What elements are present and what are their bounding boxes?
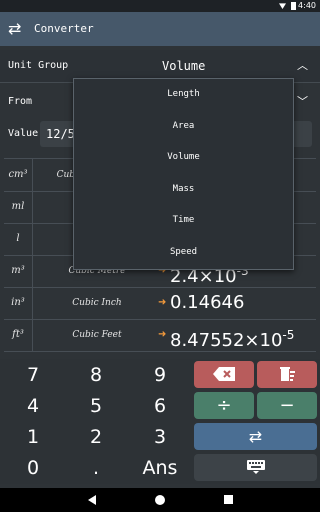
key-3[interactable]: 3: [141, 423, 179, 451]
unit-symbol: m³: [4, 255, 33, 287]
unit-symbol: ft³: [4, 319, 33, 351]
dropdown-option-area[interactable]: Area: [74, 111, 293, 143]
dropdown-option-volume[interactable]: Volume: [74, 142, 293, 174]
key-decimal[interactable]: .: [77, 454, 115, 482]
status-bar: 4:40: [0, 0, 320, 12]
navigation-bar: [0, 488, 320, 512]
chevron-up-icon[interactable]: ︿: [297, 50, 308, 82]
result-row[interactable]: ft³ Cubic Feet ➜ 8.47552×10-5: [4, 319, 316, 352]
value-label: Value: [8, 128, 39, 139]
key-7[interactable]: 7: [14, 361, 52, 389]
keyboard-button[interactable]: [194, 454, 317, 481]
wifi-icon: [279, 3, 286, 9]
dropdown-option-mass[interactable]: Mass: [74, 174, 293, 206]
result-exponent: -5: [282, 328, 295, 342]
back-icon[interactable]: [88, 495, 96, 505]
unit-name: Cubic Feet: [72, 330, 122, 340]
minus-button[interactable]: −: [257, 392, 317, 419]
from-label: From: [8, 96, 33, 107]
keypad: 7 8 9 4 5 6 1 2 3 0 . Ans ÷ − ⇄: [0, 359, 320, 484]
divide-button[interactable]: ÷: [194, 392, 254, 419]
swap-arrows-icon[interactable]: ⇄: [8, 20, 21, 38]
trash-icon: [280, 367, 295, 381]
unit-group-dropdown: Length Area Volume Mass Time Speed: [73, 78, 294, 270]
unit-group-label: Unit Group: [8, 60, 69, 71]
key-1[interactable]: 1: [14, 423, 52, 451]
arrow-icon: ➜: [158, 329, 167, 340]
chevron-down-icon[interactable]: ﹀: [297, 86, 308, 118]
battery-icon: [291, 2, 296, 10]
keyboard-icon: [246, 460, 265, 474]
key-5[interactable]: 5: [77, 392, 115, 420]
clear-button[interactable]: [257, 361, 317, 388]
unit-name: Cubic Inch: [72, 298, 122, 308]
unit-symbol: ml: [4, 191, 33, 223]
arrow-icon: ➜: [158, 297, 167, 308]
key-4[interactable]: 4: [14, 392, 52, 420]
unit-symbol: in³: [4, 287, 33, 319]
dropdown-option-time[interactable]: Time: [74, 205, 293, 237]
key-9[interactable]: 9: [141, 361, 179, 389]
key-ans[interactable]: Ans: [135, 454, 185, 482]
result-row[interactable]: in³ Cubic Inch ➜ 0.14646: [4, 287, 316, 320]
key-6[interactable]: 6: [141, 392, 179, 420]
recents-icon[interactable]: [224, 495, 233, 504]
backspace-icon: [213, 367, 235, 381]
swap-arrows-icon: ⇄: [248, 427, 263, 446]
result-value[interactable]: 0.14646: [170, 287, 244, 319]
home-icon[interactable]: [155, 495, 165, 505]
backspace-button[interactable]: [194, 361, 254, 388]
app-bar: ⇄ Converter: [0, 12, 320, 46]
key-2[interactable]: 2: [77, 423, 115, 451]
app-title: Converter: [34, 22, 94, 35]
dropdown-option-speed[interactable]: Speed: [74, 237, 293, 269]
unit-symbol: cm³: [4, 159, 33, 191]
result-mantissa: 8.47552×10: [170, 330, 283, 351]
dropdown-option-length[interactable]: Length: [74, 79, 293, 111]
key-8[interactable]: 8: [77, 361, 115, 389]
unit-symbol: l: [4, 223, 33, 255]
swap-units-button[interactable]: ⇄: [194, 423, 317, 450]
key-0[interactable]: 0: [14, 454, 52, 482]
status-time: 4:40: [298, 1, 316, 10]
result-value[interactable]: 8.47552×10-5: [170, 319, 294, 357]
